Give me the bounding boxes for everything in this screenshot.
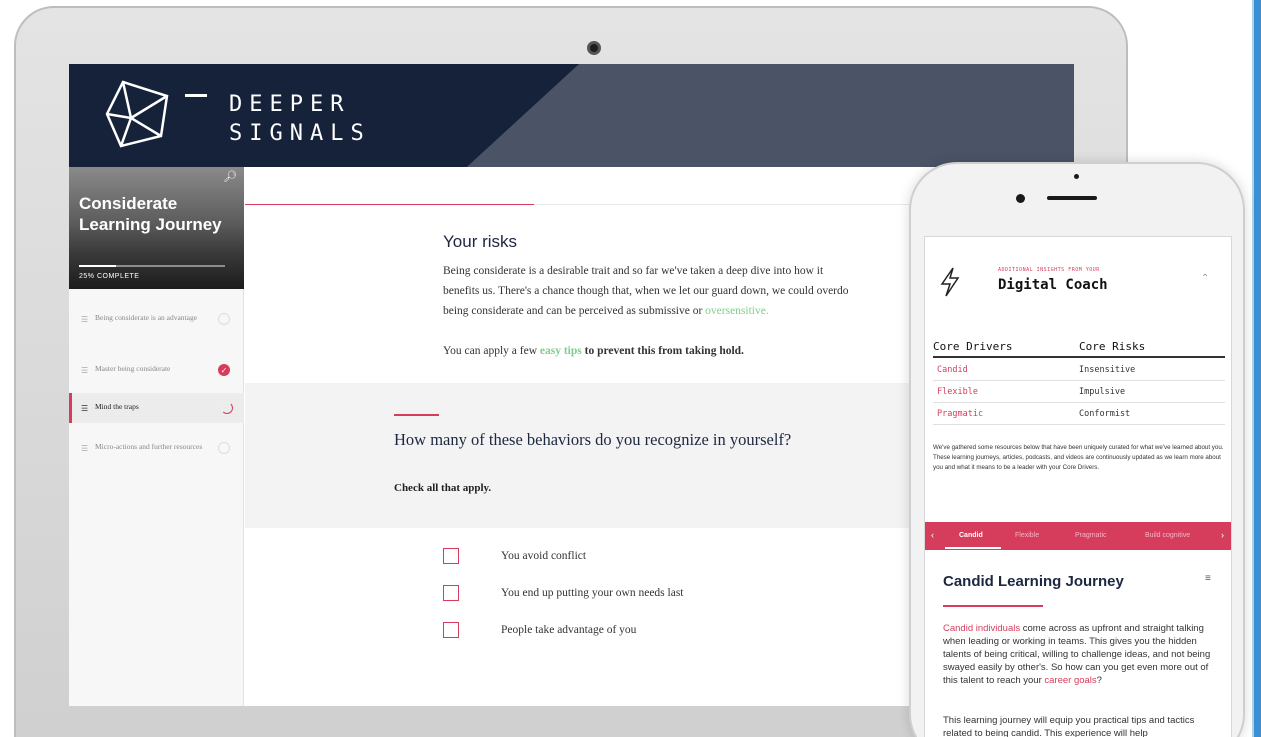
search-icon[interactable]: 🔎︎ <box>223 170 237 183</box>
journey-card-body: Candid individuals come across as upfron… <box>943 622 1223 687</box>
sidebar: 🔎︎ Considerate Learning Journey 25% COMP… <box>69 167 244 706</box>
sidebar-item-label: Being considerate is an advantage <box>95 313 198 322</box>
list-icon: ☰ <box>81 366 89 375</box>
tip-paragraph: You can apply a few easy tips to prevent… <box>443 345 744 357</box>
status-empty-icon <box>218 442 230 454</box>
question-accent <box>394 414 439 416</box>
tab-flexible[interactable]: Flexible <box>1015 532 1039 539</box>
brand-line-2: SIGNALS <box>229 121 371 146</box>
table-row: Pragmatic Conformist <box>933 403 1225 425</box>
driver-cell: Flexible <box>937 387 978 397</box>
tab-pragmatic[interactable]: Pragmatic <box>1075 532 1107 539</box>
status-empty-icon <box>218 313 230 325</box>
tip-text-bold: to prevent this from taking hold. <box>581 345 744 357</box>
phone-sensor <box>1074 174 1079 179</box>
tab-build-cognitive[interactable]: Build cognitive <box>1145 532 1190 539</box>
option-avoid-conflict[interactable]: You avoid conflict <box>443 548 586 564</box>
checkbox[interactable] <box>443 585 459 601</box>
logo-icon <box>105 80 169 148</box>
tip-text: You can apply a few <box>443 345 540 357</box>
driver-cell: Candid <box>937 365 968 375</box>
phone-speaker <box>1047 196 1097 200</box>
coach-eyebrow: ADDITIONAL INSIGHTS FROM YOUR <box>998 267 1100 273</box>
easy-tips-link[interactable]: easy tips <box>540 345 582 357</box>
table-row: Candid Insensitive <box>933 359 1225 381</box>
journey-hero: 🔎︎ Considerate Learning Journey 25% COMP… <box>69 167 244 289</box>
journey-title: Considerate Learning Journey <box>79 194 222 234</box>
sidebar-item-being-considerate[interactable]: ☰ Being considerate is an advantage <box>69 313 244 353</box>
question-instruction: Check all that apply. <box>394 482 492 494</box>
risk-cell: Conformist <box>1079 409 1131 419</box>
risks-line: benefits us. There's a chance though tha… <box>443 285 849 297</box>
driver-cell: Pragmatic <box>937 409 984 419</box>
drivers-header: Core Drivers <box>933 340 1013 353</box>
risks-line: being considerate and can be perceived a… <box>443 301 913 321</box>
chevron-left-icon[interactable]: ‹ <box>931 530 934 540</box>
sidebar-item-label: Mind the traps <box>95 402 139 411</box>
lightning-icon <box>940 267 960 297</box>
career-goals-link[interactable]: career goals <box>1044 675 1096 686</box>
brand-name: DEEPER SIGNALS <box>229 90 371 148</box>
chevron-right-icon[interactable]: › <box>1221 530 1224 540</box>
risks-header: Core Risks <box>1079 340 1146 353</box>
sidebar-item-mind-the-traps[interactable]: ☰ Mind the traps <box>69 393 244 423</box>
app-header: DEEPER SIGNALS <box>69 64 1074 167</box>
risk-cell: Insensitive <box>1079 365 1136 375</box>
section-title: Your risks <box>443 232 518 251</box>
phone-frame: ADDITIONAL INSIGHTS FROM YOUR Digital Co… <box>909 162 1245 737</box>
option-label: People take advantage of you <box>501 624 637 636</box>
phone-screen: ADDITIONAL INSIGHTS FROM YOUR Digital Co… <box>924 236 1232 737</box>
checkbox[interactable] <box>443 548 459 564</box>
page-edge-bar <box>1252 0 1261 737</box>
table-row: Flexible Impulsive <box>933 381 1225 403</box>
body-text-end: ? <box>1096 675 1102 686</box>
option-label: You end up putting your own needs last <box>501 587 684 599</box>
risks-text: being considerate and can be perceived a… <box>443 305 706 317</box>
list-icon: ☰ <box>81 315 89 324</box>
sidebar-item-master-being-considerate[interactable]: ☰ Master being considerate ✓ <box>69 364 244 390</box>
coach-title: Digital Coach <box>998 277 1108 293</box>
chevron-up-icon[interactable]: ⌃ <box>1201 273 1209 284</box>
active-tab-indicator <box>945 547 1001 549</box>
checkbox[interactable] <box>443 622 459 638</box>
journey-card-accent <box>943 605 1043 607</box>
option-needs-last[interactable]: You end up putting your own needs last <box>443 585 684 601</box>
sidebar-item-label: Micro-actions and further resources <box>95 442 203 451</box>
oversensitive-link[interactable]: oversensitive. <box>705 305 769 317</box>
progress-ring-icon <box>221 402 233 414</box>
list-icon: ☰ <box>81 404 89 413</box>
journey-card-title: Candid Learning Journey <box>943 573 1124 590</box>
risk-cell: Impulsive <box>1079 387 1126 397</box>
check-icon: ✓ <box>218 364 230 376</box>
resources-text: We've gathered some resources below that… <box>933 444 1224 471</box>
lesson-progress-line <box>245 204 534 205</box>
option-label: You avoid conflict <box>501 550 587 562</box>
question-title: How many of these behaviors do you recog… <box>394 430 792 449</box>
driver-tabs: ‹ Candid Flexible Pragmatic Build cognit… <box>925 522 1231 550</box>
list-icon: ☰ <box>81 444 89 453</box>
journey-progress-bar <box>79 265 225 267</box>
sidebar-item-micro-actions[interactable]: ☰ Micro-actions and further resources <box>69 442 244 472</box>
option-taken-advantage[interactable]: People take advantage of you <box>443 622 636 638</box>
journey-card-body-2: This learning journey will equip you pra… <box>943 715 1195 737</box>
laptop-camera <box>587 41 601 55</box>
table-rule <box>933 356 1225 358</box>
menu-icon[interactable]: ≡ <box>1205 573 1211 584</box>
marketing-screenshot: DEEPER SIGNALS 🔎︎ Considerate Learning J… <box>0 0 1261 737</box>
phone-camera <box>1016 194 1025 203</box>
candid-individuals-link[interactable]: Candid individuals <box>943 623 1020 634</box>
brand-line-1: DEEPER <box>229 92 351 117</box>
tab-candid[interactable]: Candid <box>959 532 983 539</box>
journey-progress-label: 25% COMPLETE <box>79 273 140 280</box>
sidebar-item-label: Master being considerate <box>95 364 171 373</box>
logo-dash <box>185 94 207 97</box>
risks-line: Being considerate is a desirable trait a… <box>443 265 824 277</box>
risks-paragraph: Being considerate is a desirable trait a… <box>443 261 913 321</box>
